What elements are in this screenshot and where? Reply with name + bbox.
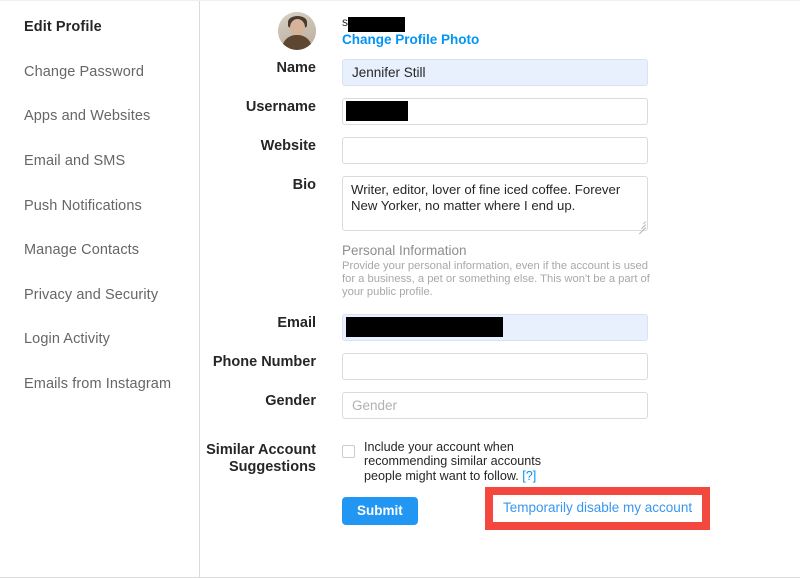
sidebar-item-label: Edit Profile [24, 19, 102, 36]
submit-button[interactable]: Submit [342, 497, 418, 525]
field-row-email: Email [200, 313, 800, 341]
personal-information-description: Provide your personal information, even … [342, 260, 650, 299]
personal-information-block: Personal Information Provide your person… [342, 243, 654, 300]
form-actions: Submit Temporarily disable my account [342, 487, 800, 531]
sidebar-item-edit-profile[interactable]: Edit Profile [0, 5, 199, 50]
settings-sidebar: Edit Profile Change Password Apps and We… [0, 1, 200, 577]
avatar-cell [200, 11, 342, 50]
field-row-website: Website [200, 137, 800, 164]
phone-number-input[interactable] [342, 352, 648, 380]
similar-accounts-description: Include your account when recommending s… [364, 439, 542, 483]
sidebar-item-change-password[interactable]: Change Password [0, 50, 199, 95]
phone-number-label: Phone Number [212, 353, 316, 370]
disable-account-highlight-box: Temporarily disable my account [485, 487, 711, 531]
sidebar-item-label: Emails from Instagram [24, 376, 172, 393]
temporarily-disable-account-link[interactable]: Temporarily disable my account [503, 500, 692, 515]
name-input[interactable] [342, 59, 648, 86]
email-label: Email [277, 314, 316, 331]
website-input[interactable] [342, 137, 648, 164]
gender-label: Gender [265, 392, 316, 409]
field-row-gender: Gender [200, 391, 800, 419]
similar-label-line-2: Suggestions [228, 458, 316, 475]
username-field-cell [342, 98, 648, 125]
sidebar-item-label: Privacy and Security [24, 286, 159, 303]
sidebar-item-apps-and-websites[interactable]: Apps and Websites [0, 94, 199, 139]
sidebar-item-emails-from-instagram[interactable]: Emails from Instagram [0, 362, 199, 407]
similar-label-line-1: Similar Account [206, 441, 316, 458]
sidebar-item-label: Apps and Websites [24, 108, 151, 125]
edit-profile-form: s Change Profile Photo Name Username Web… [200, 1, 800, 577]
similar-account-suggestions-label: Similar Account Suggestions [200, 435, 342, 476]
field-row-username: Username [200, 98, 800, 125]
similar-accounts-description-wrap: Include your account when recommending s… [364, 435, 544, 484]
name-field-cell [342, 59, 648, 86]
sidebar-item-manage-contacts[interactable]: Manage Contacts [0, 228, 199, 273]
website-field-cell [342, 137, 648, 164]
gender-input[interactable] [342, 391, 648, 419]
username-value-redaction-bar [346, 101, 408, 121]
field-row-name: Name [200, 59, 800, 86]
avatar[interactable] [278, 12, 316, 50]
gender-field-cell [342, 391, 648, 419]
settings-page: Edit Profile Change Password Apps and We… [0, 0, 800, 578]
email-value-redaction-bar [346, 316, 503, 337]
username-label: Username [245, 99, 316, 115]
profile-header-text: s Change Profile Photo [342, 11, 648, 48]
personal-information-title: Personal Information [342, 243, 467, 258]
help-question-icon[interactable]: [?] [522, 469, 536, 483]
sidebar-item-push-notifications[interactable]: Push Notifications [0, 183, 199, 228]
bio-textarea[interactable] [342, 176, 648, 231]
sidebar-item-label: Change Password [24, 63, 144, 80]
profile-header-row: s Change Profile Photo [200, 11, 800, 50]
name-label: Name [276, 60, 317, 76]
bio-label: Bio [292, 177, 316, 193]
bio-wrapper [342, 176, 648, 235]
similar-accounts-checkbox[interactable] [342, 444, 355, 458]
bio-field-cell [342, 176, 648, 235]
sidebar-item-label: Email and SMS [24, 153, 126, 170]
field-row-similar-account-suggestions: Similar Account Suggestions Include your… [200, 435, 800, 484]
website-label: Website [260, 138, 316, 154]
phone-field-cell [342, 352, 648, 380]
sidebar-item-label: Manage Contacts [24, 242, 140, 259]
sidebar-item-privacy-and-security[interactable]: Privacy and Security [0, 273, 199, 318]
email-field-cell [342, 313, 648, 341]
sidebar-item-email-and-sms[interactable]: Email and SMS [0, 139, 199, 184]
field-row-bio: Bio [200, 176, 800, 235]
username-redaction-bar [348, 17, 405, 33]
sidebar-item-login-activity[interactable]: Login Activity [0, 317, 199, 362]
sidebar-item-label: Login Activity [24, 331, 111, 348]
sidebar-item-label: Push Notifications [24, 197, 142, 214]
change-profile-photo-link[interactable]: Change Profile Photo [342, 32, 648, 48]
avatar-face [290, 19, 305, 36]
field-row-phone-number: Phone Number [200, 352, 800, 380]
username-display: s [342, 11, 648, 33]
